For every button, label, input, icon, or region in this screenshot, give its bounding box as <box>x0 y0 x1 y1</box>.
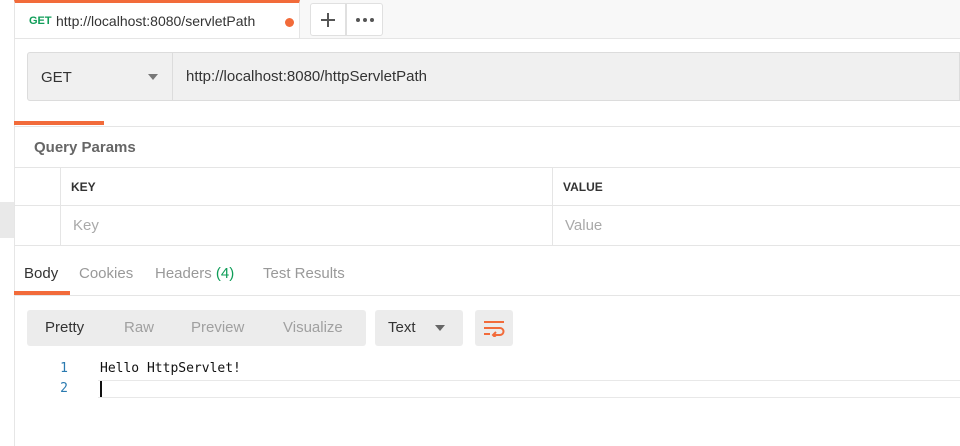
current-line-highlight <box>98 380 960 398</box>
caret-down-icon <box>435 325 445 331</box>
format-button-group: Pretty Raw Preview Visualize <box>27 310 366 346</box>
preview-button[interactable]: Preview <box>191 319 244 336</box>
more-dots-icon <box>355 17 374 22</box>
wrap-lines-button[interactable] <box>475 310 513 346</box>
tab-test-results[interactable]: Test Results <box>263 265 345 282</box>
line-number: 2 <box>60 381 68 396</box>
table-row: Key Value <box>14 205 960 246</box>
pretty-button[interactable]: Pretty <box>45 319 84 336</box>
language-select[interactable]: Text <box>375 310 463 346</box>
plus-icon <box>321 12 335 27</box>
text-cursor <box>100 381 102 397</box>
value-column-header: VALUE <box>553 168 960 206</box>
tab-headers[interactable]: Headers (4) <box>155 265 234 282</box>
language-value: Text <box>388 319 416 336</box>
query-params-table: KEY VALUE Key Value <box>14 167 960 246</box>
headers-count: (4) <box>215 265 235 282</box>
value-placeholder: Value <box>565 217 603 234</box>
key-input[interactable]: Key <box>61 206 553 245</box>
params-tab-indicator <box>14 121 104 125</box>
body-tab-indicator <box>14 291 70 295</box>
method-value: GET <box>41 69 72 86</box>
raw-button[interactable]: Raw <box>124 319 154 336</box>
key-placeholder: Key <box>73 217 99 234</box>
sidebar-scroll-notch <box>0 202 14 238</box>
line-number: 1 <box>60 361 68 376</box>
table-header-row: KEY VALUE <box>14 167 960 206</box>
caret-down-icon <box>148 74 158 80</box>
wrap-lines-icon <box>484 321 505 337</box>
value-header-label: VALUE <box>563 180 603 194</box>
checkbox-column-header <box>14 168 61 206</box>
method-select[interactable]: GET <box>28 53 173 100</box>
code-text: Hello HttpServlet! <box>100 361 241 376</box>
key-header-label: KEY <box>71 180 96 194</box>
tab-method-label: GET <box>29 15 52 27</box>
row-checkbox-cell[interactable] <box>14 206 61 245</box>
left-sidebar-edge <box>0 0 15 446</box>
visualize-button[interactable]: Visualize <box>283 319 343 336</box>
tab-title: http://localhost:8080/servletPath <box>56 13 256 29</box>
tab-headers-label: Headers <box>155 265 212 282</box>
url-input[interactable]: http://localhost:8080/httpServletPath <box>186 68 427 85</box>
tab-cookies[interactable]: Cookies <box>79 265 133 282</box>
key-column-header: KEY <box>61 168 553 206</box>
request-tab[interactable]: GET http://localhost:8080/servletPath <box>14 0 300 38</box>
tab-body[interactable]: Body <box>24 265 58 282</box>
tab-options-button[interactable] <box>346 3 383 36</box>
url-bar: GET http://localhost:8080/httpServletPat… <box>27 52 960 101</box>
new-tab-button[interactable] <box>310 3 346 36</box>
value-input[interactable]: Value <box>553 206 960 245</box>
divider <box>14 126 960 127</box>
unsaved-dot-icon[interactable] <box>285 18 294 27</box>
query-params-title: Query Params <box>34 139 136 156</box>
response-tabs: Body Cookies Headers (4) Test Results <box>14 255 960 296</box>
